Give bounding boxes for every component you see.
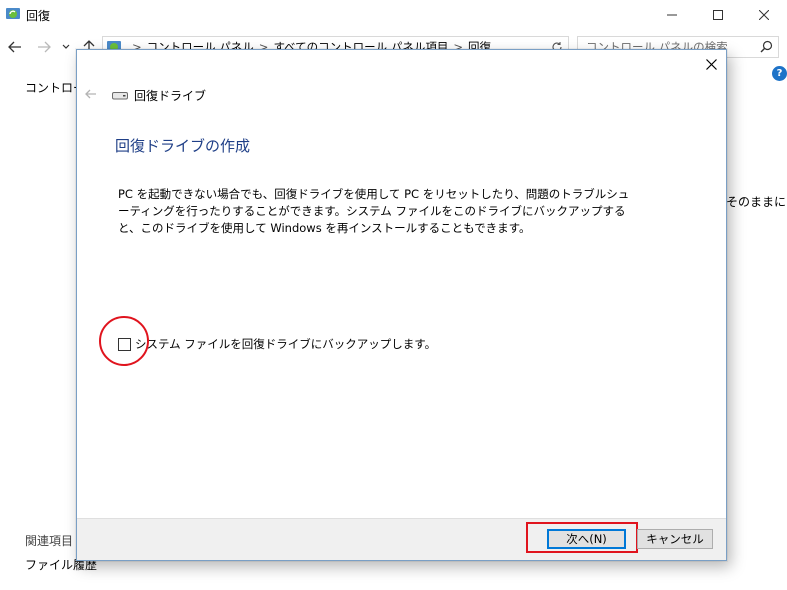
forward-arrow-icon <box>38 41 51 53</box>
dialog-title: 回復ドライブ <box>134 89 207 103</box>
recent-locations-button[interactable] <box>60 38 72 56</box>
dialog-back-button[interactable] <box>85 88 97 102</box>
backup-system-files-label[interactable]: システム ファイルを回復ドライブにバックアップします。 <box>135 336 436 352</box>
cancel-button[interactable]: キャンセル <box>637 529 713 549</box>
dialog-close-button[interactable] <box>702 55 720 73</box>
back-arrow-icon <box>85 89 96 99</box>
page-title: 回復ドライブの作成 <box>115 137 251 155</box>
close-icon <box>759 10 769 20</box>
search-icon <box>760 40 773 53</box>
minimize-icon <box>667 14 677 16</box>
background-text-fragment: そのままにし <box>726 195 787 209</box>
window-title: 回復 <box>26 9 51 23</box>
control-panel-icon <box>6 8 20 19</box>
minimize-button[interactable] <box>649 0 695 30</box>
close-button[interactable] <box>741 0 787 30</box>
close-icon <box>705 58 717 70</box>
recovery-drive-dialog: 回復ドライブ 回復ドライブの作成 PC を起動できない場合でも、回復ドライブを使… <box>76 49 727 561</box>
checkbox-highlight-circle <box>99 316 149 366</box>
dialog-description: PC を起動できない場合でも、回復ドライブを使用して PC をリセットしたり、問… <box>118 187 630 235</box>
forward-button[interactable] <box>35 38 53 56</box>
backup-system-files-option[interactable]: システム ファイルを回復ドライブにバックアップします。 <box>118 336 436 352</box>
related-items-heading: 関連項目 <box>25 534 74 548</box>
window-title-bar: 回復 <box>0 0 787 30</box>
chevron-down-icon <box>62 44 70 49</box>
back-arrow-icon <box>8 41 21 53</box>
back-button[interactable] <box>6 38 24 56</box>
help-icon[interactable]: ? <box>772 66 787 81</box>
drive-icon <box>112 92 128 100</box>
next-button[interactable]: 次へ(N) <box>547 529 626 549</box>
dialog-footer: 次へ(N) キャンセル <box>77 518 726 560</box>
maximize-icon <box>713 10 723 20</box>
maximize-button[interactable] <box>695 0 741 30</box>
